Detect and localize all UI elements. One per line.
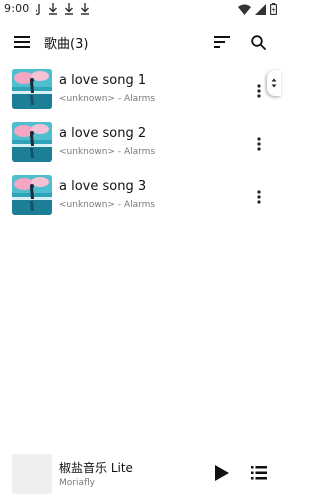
album-art: [12, 69, 52, 109]
search-button[interactable]: [246, 30, 270, 54]
more-options-button[interactable]: [252, 82, 266, 100]
more-options-button[interactable]: [252, 135, 266, 153]
play-icon: [215, 465, 229, 481]
sort-icon: [214, 36, 230, 48]
song-list-item[interactable]: a love song 3 <unknown> - Alarms: [0, 174, 281, 226]
menu-icon: [14, 36, 30, 48]
download-icon: [48, 0, 58, 19]
song-subtitle: <unknown> - Alarms: [59, 147, 156, 157]
download-icon: [64, 0, 74, 19]
search-icon: [250, 34, 266, 50]
download-icon: [80, 0, 90, 19]
fast-scroll-handle[interactable]: [267, 70, 281, 96]
more-vert-icon: [257, 84, 261, 98]
status-system-icons: [238, 0, 278, 19]
status-notifications: [34, 0, 90, 19]
mini-player[interactable]: 椒盐音乐 Lite Moriafly: [0, 448, 281, 500]
song-title: a love song 1: [59, 73, 147, 88]
sort-button[interactable]: [210, 30, 234, 54]
queue-button[interactable]: [249, 462, 269, 484]
music-app-screen: 9:00 歌曲(3) a love song 1 <unknown> - Ala…: [0, 0, 281, 500]
play-button[interactable]: [212, 462, 232, 484]
notification-icon: [34, 0, 42, 19]
album-art: [12, 175, 52, 215]
wifi-icon: [238, 0, 251, 19]
more-vert-icon: [257, 190, 261, 204]
more-vert-icon: [257, 137, 261, 151]
song-title: a love song 2: [59, 126, 147, 141]
status-time: 9:00: [4, 2, 30, 15]
song-list-item[interactable]: a love song 2 <unknown> - Alarms: [0, 121, 281, 173]
song-subtitle: <unknown> - Alarms: [59, 200, 156, 210]
song-title: a love song 3: [59, 179, 147, 194]
album-art: [12, 122, 52, 162]
mini-player-title: 椒盐音乐 Lite: [59, 461, 133, 475]
status-bar: 9:00: [0, 0, 281, 20]
queue-icon: [251, 466, 267, 480]
signal-icon: [255, 0, 266, 19]
battery-icon: [270, 0, 278, 19]
top-app-bar: 歌曲(3): [0, 22, 281, 62]
more-options-button[interactable]: [252, 188, 266, 206]
mini-player-artist: Moriafly: [59, 478, 95, 488]
menu-button[interactable]: [10, 30, 34, 54]
song-list-item[interactable]: a love song 1 <unknown> - Alarms: [0, 68, 281, 120]
page-title: 歌曲(3): [44, 37, 89, 52]
scroll-arrows-icon: [271, 78, 277, 88]
mini-player-cover: [12, 454, 52, 494]
song-subtitle: <unknown> - Alarms: [59, 94, 156, 104]
